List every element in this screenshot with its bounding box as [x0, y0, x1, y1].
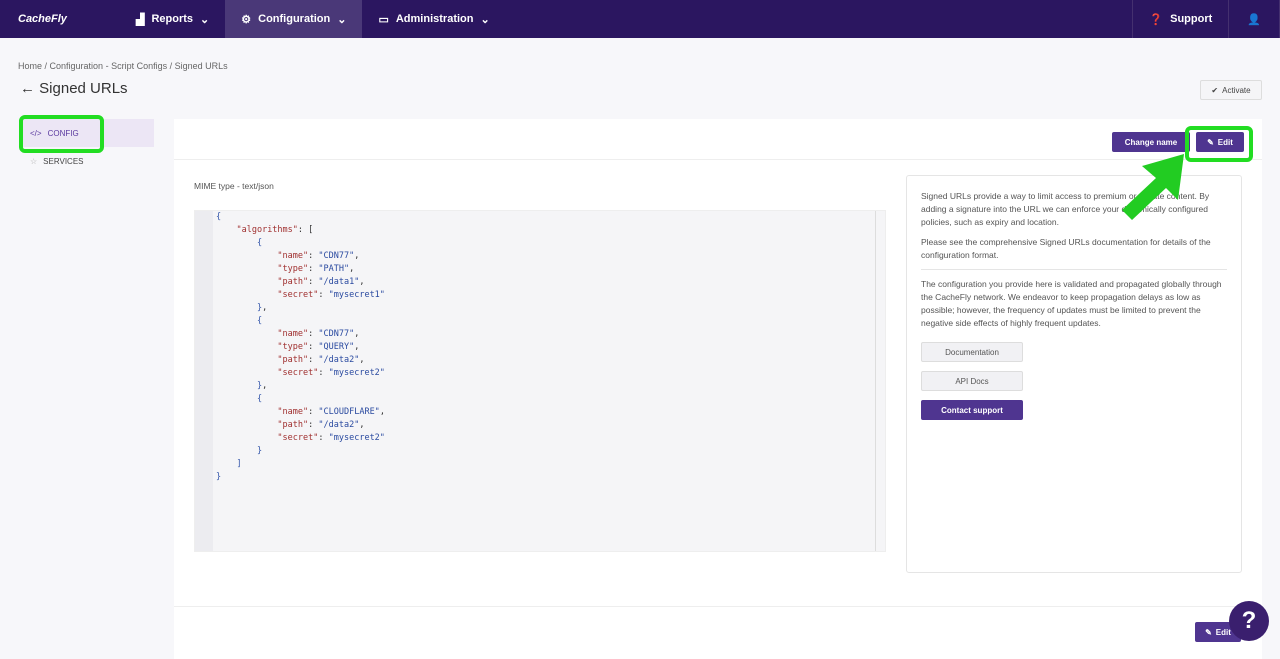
breadcrumb-current: Signed URLs — [174, 61, 228, 71]
chevron-down-icon: ⌄ — [337, 13, 347, 26]
question-circle-icon: ❓ — [1149, 13, 1164, 26]
chevron-down-icon: ⌄ — [200, 13, 210, 26]
green-arrow-icon — [1122, 154, 1184, 220]
change-name-button[interactable]: Change name — [1112, 132, 1190, 152]
info-text: Please see the comprehensive Signed URLs… — [921, 237, 1211, 260]
support-link[interactable]: ❓ Support — [1132, 0, 1228, 38]
contact-support-button[interactable]: Contact support — [921, 400, 1023, 420]
button-label: Change name — [1124, 137, 1178, 147]
nav-label: Administration — [395, 13, 474, 25]
help-button[interactable]: ? — [1229, 601, 1269, 641]
breadcrumb: Home / Configuration - Script Configs / … — [18, 61, 228, 71]
nav-reports[interactable]: ▟ Reports ⌄ — [120, 0, 225, 38]
cachefly-logo[interactable]: CacheFly — [0, 13, 120, 25]
breadcrumb-script-configs[interactable]: Configuration - Script Configs — [50, 61, 168, 71]
top-navbar: CacheFly ▟ Reports ⌄ ⚙ Configuration ⌄ ▭ Admi… — [0, 0, 1280, 38]
chevron-down-icon: ⌄ — [480, 13, 490, 26]
nav-label: Reports — [151, 13, 194, 25]
config-card: Change name ✎ Edit MIME type - text/json … — [174, 119, 1262, 659]
sidebar-label: SERVICES — [43, 156, 84, 166]
page-title-text: Signed URLs — [39, 80, 128, 97]
sidebar-label: CONFIG — [47, 128, 79, 138]
gear-icon: ⚙ — [241, 13, 252, 26]
documentation-button[interactable]: Documentation — [921, 342, 1023, 362]
button-label: Edit — [1217, 137, 1233, 147]
sidebar: </> CONFIG ☆ SERVICES — [20, 119, 154, 175]
back-arrow-icon[interactable]: ← — [20, 80, 35, 97]
breadcrumb-home[interactable]: Home — [18, 61, 42, 71]
mime-type: MIME type - text/json — [194, 181, 274, 191]
json-code-editor[interactable]: { "algorithms": [ { "name": "CDN77", "ty… — [194, 210, 886, 552]
support-label: Support — [1170, 13, 1213, 25]
nav-administration[interactable]: ▭ Administration ⌄ — [362, 0, 505, 38]
editor-gutter — [195, 211, 213, 551]
bar-chart-icon: ▟ — [136, 13, 145, 26]
sidebar-item-services[interactable]: ☆ SERVICES — [20, 147, 154, 175]
sidebar-item-config[interactable]: </> CONFIG — [20, 119, 154, 147]
activate-label: Activate — [1222, 85, 1251, 95]
pencil-icon: ✎ — [1205, 627, 1212, 637]
info-text: The configuration you provide here is va… — [921, 279, 1222, 328]
nav-configuration[interactable]: ⚙ Configuration ⌄ — [225, 0, 363, 38]
nav-label: Configuration — [258, 13, 331, 25]
api-docs-button[interactable]: API Docs — [921, 371, 1023, 391]
info-panel: Signed URLs provide a way to limit acces… — [906, 175, 1242, 573]
monitor-icon: ▭ — [378, 13, 389, 26]
code-content: { "algorithms": [ { "name": "CDN77", "ty… — [216, 212, 385, 482]
user-icon: 👤 — [1247, 13, 1261, 26]
editor-scrollbar[interactable] — [875, 211, 885, 551]
activate-button[interactable]: ✔ Activate — [1200, 80, 1262, 100]
star-icon: ☆ — [30, 156, 38, 166]
page-title: ← Signed URLs — [20, 80, 128, 97]
pencil-icon: ✎ — [1207, 137, 1214, 147]
check-circle-icon: ✔ — [1211, 85, 1219, 95]
edit-button[interactable]: ✎ Edit — [1196, 132, 1244, 152]
code-icon: </> — [30, 128, 42, 138]
button-label: Edit — [1215, 627, 1231, 637]
divider — [921, 269, 1227, 270]
user-menu[interactable]: 👤 — [1228, 0, 1280, 38]
card-footer: ✎ Edit — [174, 606, 1262, 642]
